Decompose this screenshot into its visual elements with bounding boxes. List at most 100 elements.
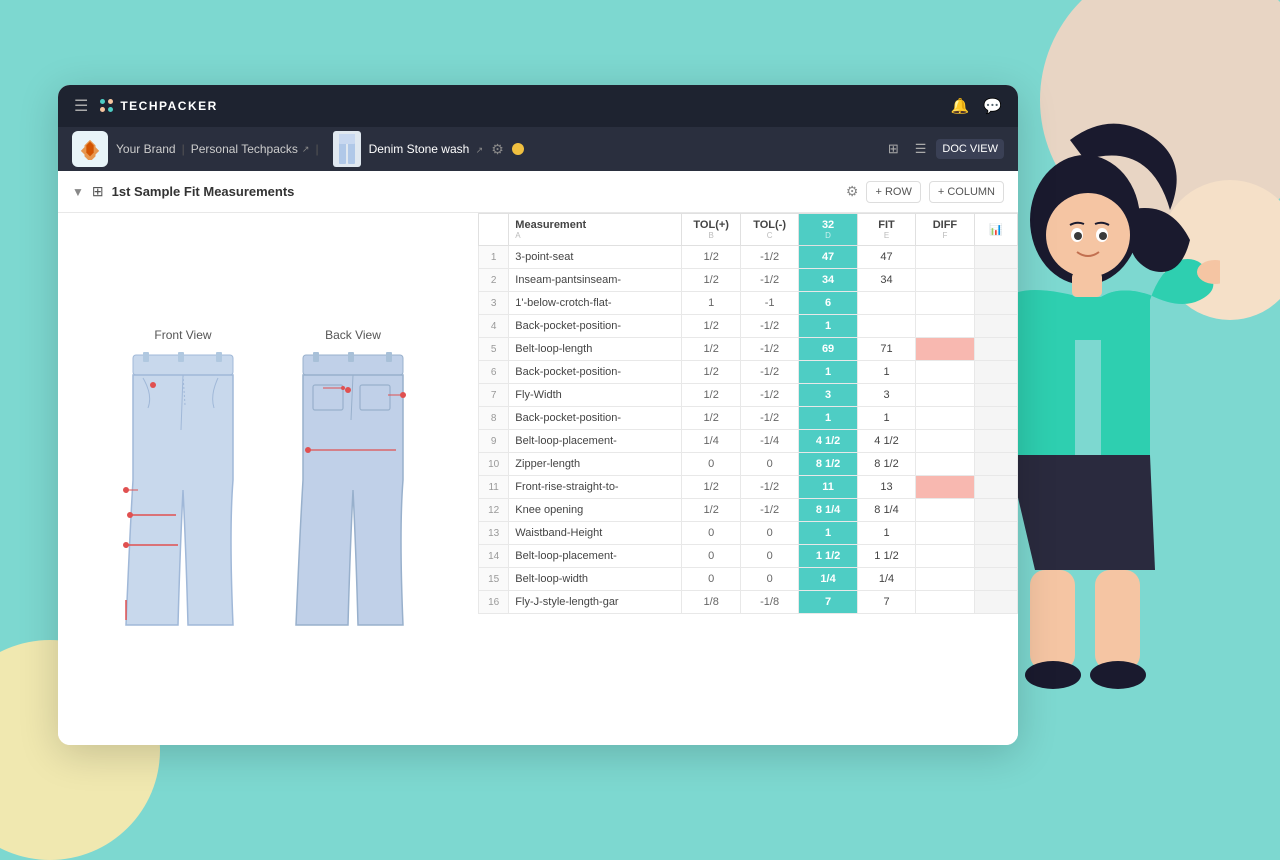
cell-fit[interactable]: 1 [857,522,915,545]
cell-fit[interactable]: 1/4 [857,568,915,591]
cell-measurement[interactable]: Belt-loop-length [509,338,682,361]
cell-tol-minus[interactable]: -1/2 [740,269,798,292]
cell-fit[interactable]: 47 [857,246,915,269]
cell-diff[interactable] [916,361,974,384]
cell-tol-plus[interactable]: 1/2 [682,476,740,499]
cell-chart[interactable] [974,292,1017,315]
cell-diff[interactable] [916,407,974,430]
cell-chart[interactable] [974,453,1017,476]
cell-measurement[interactable]: Waistband-Height [509,522,682,545]
cell-measurement[interactable]: Back-pocket-position- [509,361,682,384]
table-row[interactable]: 10Zipper-length008 1/28 1/2 [479,453,1018,476]
cell-measurement[interactable]: Fly-Width [509,384,682,407]
section-chevron-icon[interactable]: ▼ [72,185,84,199]
cell-size[interactable]: 47 [799,246,857,269]
table-row[interactable]: 12Knee opening1/2-1/28 1/48 1/4 [479,499,1018,522]
cell-tol-minus[interactable]: -1/2 [740,499,798,522]
cell-tol-plus[interactable]: 1/2 [682,361,740,384]
cell-tol-minus[interactable]: -1/2 [740,315,798,338]
table-row[interactable]: 16Fly-J-style-length-gar1/8-1/877 [479,591,1018,614]
settings-gear-icon[interactable]: ⚙ [491,141,504,158]
message-icon[interactable]: 💬 [983,97,1002,115]
cell-tol-minus[interactable]: -1/4 [740,430,798,453]
cell-size[interactable]: 11 [799,476,857,499]
menu-icon[interactable]: ☰ [74,96,88,116]
table-row[interactable]: 13Waistband-Height0011 [479,522,1018,545]
table-row[interactable]: 14Belt-loop-placement-001 1/21 1/2 [479,545,1018,568]
cell-measurement[interactable]: Fly-J-style-length-gar [509,591,682,614]
cell-size[interactable]: 3 [799,384,857,407]
cell-tol-plus[interactable]: 0 [682,522,740,545]
table-row[interactable]: 31'-below-crotch-flat-1-16 [479,292,1018,315]
cell-diff[interactable] [916,315,974,338]
cell-fit[interactable]: 13 [857,476,915,499]
grid-view-button[interactable]: ⊞ [882,137,905,161]
cell-chart[interactable] [974,269,1017,292]
cell-fit[interactable]: 4 1/2 [857,430,915,453]
cell-fit[interactable] [857,292,915,315]
cell-chart[interactable] [974,246,1017,269]
section-settings-icon[interactable]: ⚙ [846,183,859,200]
cell-fit[interactable]: 8 1/2 [857,453,915,476]
doc-view-button[interactable]: DOC VIEW [936,139,1004,159]
cell-tol-plus[interactable]: 1/2 [682,246,740,269]
cell-diff[interactable] [916,292,974,315]
cell-fit[interactable]: 7 [857,591,915,614]
cell-measurement[interactable]: 3-point-seat [509,246,682,269]
cell-measurement[interactable]: 1'-below-crotch-flat- [509,292,682,315]
cell-chart[interactable] [974,361,1017,384]
cell-diff[interactable] [916,269,974,292]
cell-tol-plus[interactable]: 0 [682,568,740,591]
cell-chart[interactable] [974,384,1017,407]
cell-fit[interactable]: 71 [857,338,915,361]
cell-measurement[interactable]: Back-pocket-position- [509,315,682,338]
table-row[interactable]: 4Back-pocket-position-1/2-1/21 [479,315,1018,338]
table-row[interactable]: 15Belt-loop-width001/41/4 [479,568,1018,591]
cell-chart[interactable] [974,591,1017,614]
table-row[interactable]: 13-point-seat1/2-1/24747 [479,246,1018,269]
table-row[interactable]: 7Fly-Width1/2-1/233 [479,384,1018,407]
cell-size[interactable]: 6 [799,292,857,315]
cell-chart[interactable] [974,568,1017,591]
cell-size[interactable]: 1 [799,315,857,338]
cell-size[interactable]: 1/4 [799,568,857,591]
cell-diff[interactable] [916,338,974,361]
cell-tol-plus[interactable]: 1/2 [682,407,740,430]
cell-tol-minus[interactable]: -1/2 [740,384,798,407]
cell-fit[interactable]: 1 [857,361,915,384]
cell-tol-plus[interactable]: 1/8 [682,591,740,614]
cell-diff[interactable] [916,545,974,568]
cell-measurement[interactable]: Belt-loop-placement- [509,430,682,453]
cell-diff[interactable] [916,384,974,407]
cell-chart[interactable] [974,499,1017,522]
cell-size[interactable]: 69 [799,338,857,361]
cell-diff[interactable] [916,499,974,522]
cell-tol-minus[interactable]: -1/8 [740,591,798,614]
cell-fit[interactable]: 8 1/4 [857,499,915,522]
cell-size[interactable]: 8 1/4 [799,499,857,522]
table-row[interactable]: 11Front-rise-straight-to-1/2-1/21113 [479,476,1018,499]
cell-chart[interactable] [974,407,1017,430]
cell-tol-minus[interactable]: 0 [740,568,798,591]
cell-tol-plus[interactable]: 1 [682,292,740,315]
cell-tol-plus[interactable]: 1/4 [682,430,740,453]
cell-measurement[interactable]: Belt-loop-placement- [509,545,682,568]
cell-tol-minus[interactable]: -1 [740,292,798,315]
list-view-button[interactable]: ☰ [909,137,933,161]
table-row[interactable]: 6Back-pocket-position-1/2-1/211 [479,361,1018,384]
cell-diff[interactable] [916,591,974,614]
cell-size[interactable]: 8 1/2 [799,453,857,476]
cell-tol-minus[interactable]: -1/2 [740,476,798,499]
cell-measurement[interactable]: Knee opening [509,499,682,522]
cell-size[interactable]: 4 1/2 [799,430,857,453]
cell-tol-minus[interactable]: 0 [740,522,798,545]
cell-tol-plus[interactable]: 1/2 [682,384,740,407]
table-row[interactable]: 5Belt-loop-length1/2-1/26971 [479,338,1018,361]
cell-chart[interactable] [974,545,1017,568]
cell-chart[interactable] [974,315,1017,338]
cell-size[interactable]: 1 [799,522,857,545]
cell-chart[interactable] [974,430,1017,453]
cell-fit[interactable]: 1 1/2 [857,545,915,568]
cell-fit[interactable] [857,315,915,338]
cell-fit[interactable]: 1 [857,407,915,430]
